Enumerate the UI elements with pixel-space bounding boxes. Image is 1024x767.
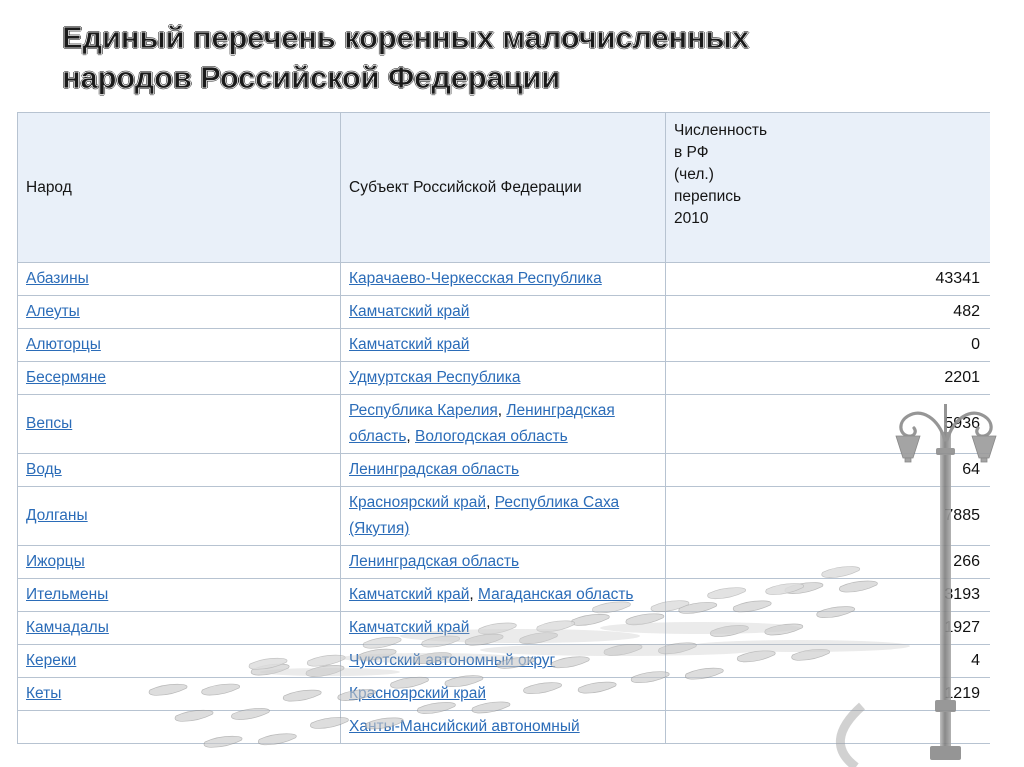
ethnic-groups-table: Народ Субъект Российской Федерации Числе…	[17, 112, 990, 744]
subject-separator: ,	[486, 494, 495, 511]
table-row: Алюторцы Камчатский край 0	[17, 328, 990, 362]
cell-people: Алюторцы	[17, 328, 341, 362]
cell-people: Камчадалы	[17, 611, 341, 645]
cell-people: Водь	[17, 453, 341, 487]
subject-link[interactable]: Камчатский край	[349, 303, 469, 320]
page-title: Единый перечень коренных малочисленных н…	[62, 20, 750, 96]
cell-people: Абазины	[17, 262, 341, 296]
subject-link[interactable]: Чукотский автономный округ	[349, 652, 555, 669]
subject-link[interactable]: Вологодская область	[415, 428, 568, 445]
people-link[interactable]: Водь	[26, 461, 62, 478]
column-header-people: Народ	[17, 112, 341, 263]
subject-link[interactable]: Красноярский край	[349, 494, 486, 511]
cell-subject: Камчатский край, Магаданская область	[340, 578, 666, 612]
cell-count: 0	[665, 328, 990, 362]
people-link[interactable]: Алюторцы	[26, 336, 101, 353]
column-header-subject: Субъект Российской Федерации	[340, 112, 666, 263]
cell-people	[17, 710, 341, 744]
subject-link[interactable]: Камчатский край	[349, 336, 469, 353]
subject-separator: ,	[406, 428, 416, 445]
cell-people: Алеуты	[17, 295, 341, 329]
cell-subject: Камчатский край	[340, 328, 666, 362]
people-link[interactable]: Бесермяне	[26, 369, 106, 386]
people-link[interactable]: Камчадалы	[26, 619, 109, 636]
cell-count: 266	[665, 545, 990, 579]
cell-subject: Ленинградская область	[340, 545, 666, 579]
cell-people: Кеты	[17, 677, 341, 711]
table-row: Ительмены Камчатский край, Магаданская об…	[17, 578, 990, 612]
table-row: Камчадалы Камчатский край 1927	[17, 611, 990, 645]
cell-subject: Камчатский край	[340, 611, 666, 645]
table-header-row: Народ Субъект Российской Федерации Числе…	[17, 112, 990, 263]
people-link[interactable]: Долганы	[26, 507, 88, 524]
subject-link[interactable]: Камчатский край	[349, 586, 469, 603]
cell-count: 5936	[665, 394, 990, 454]
cell-subject: Удмуртская Республика	[340, 361, 666, 395]
subject-link[interactable]: Красноярский край	[349, 685, 486, 702]
table-row: Ижорцы Ленинградская область 266	[17, 545, 990, 579]
cell-count: 1219	[665, 677, 990, 711]
cell-subject: Ханты-Мансийский автономный	[340, 710, 666, 744]
slide: Единый перечень коренных малочисленных н…	[0, 0, 1024, 767]
cell-subject: Чукотский автономный округ	[340, 644, 666, 678]
people-link[interactable]: Кеты	[26, 685, 61, 702]
cell-count: 7885	[665, 486, 990, 546]
cell-subject: Ленинградская область	[340, 453, 666, 487]
people-link[interactable]: Ительмены	[26, 586, 108, 603]
subject-link[interactable]: Ленинградская область	[349, 461, 519, 478]
cell-people: Ительмены	[17, 578, 341, 612]
people-link[interactable]: Кереки	[26, 652, 76, 669]
cell-people: Бесермяне	[17, 361, 341, 395]
table-row: Водь Ленинградская область 64	[17, 453, 990, 487]
table-row: Ханты-Мансийский автономный	[17, 710, 990, 744]
subject-link[interactable]: Республика Карелия	[349, 402, 498, 419]
cell-count: 43341	[665, 262, 990, 296]
ethnic-groups-table-container: Народ Субъект Российской Федерации Числе…	[17, 112, 990, 767]
people-link[interactable]: Вепсы	[26, 415, 72, 432]
column-header-count: Численность в РФ (чел.) перепись 2010	[665, 112, 990, 263]
table-row: Долганы Красноярский край, Республика Сах…	[17, 486, 990, 546]
subject-link[interactable]: Удмуртская Республика	[349, 369, 520, 386]
cell-count: 482	[665, 295, 990, 329]
cell-people: Ижорцы	[17, 545, 341, 579]
table-row: Абазины Карачаево-Черкесская Республика 43…	[17, 262, 990, 296]
subject-link[interactable]: Ханты-Мансийский автономный	[349, 718, 580, 735]
cell-subject: Республика Карелия, Ленинградская област…	[340, 394, 666, 454]
people-link[interactable]: Ижорцы	[26, 553, 85, 570]
cell-count: 4	[665, 644, 990, 678]
people-link[interactable]: Алеуты	[26, 303, 80, 320]
cell-count: 3193	[665, 578, 990, 612]
cell-count: 64	[665, 453, 990, 487]
table-row: Бесермяне Удмуртская Республика 2201	[17, 361, 990, 395]
table-row: Кереки Чукотский автономный округ 4	[17, 644, 990, 678]
subject-link[interactable]: Ленинградская область	[349, 553, 519, 570]
table-body: Абазины Карачаево-Черкесская Республика 43…	[17, 262, 990, 744]
cell-subject: Красноярский край, Республика Саха (Якут…	[340, 486, 666, 546]
subject-link[interactable]: Магаданская область	[478, 586, 633, 603]
cell-count: 1927	[665, 611, 990, 645]
cell-people: Долганы	[17, 486, 341, 546]
cell-subject: Карачаево-Черкесская Республика	[340, 262, 666, 296]
cell-people: Кереки	[17, 644, 341, 678]
table-row: Кеты Красноярский край 1219	[17, 677, 990, 711]
cell-subject: Камчатский край	[340, 295, 666, 329]
cell-count	[665, 710, 990, 744]
cell-people: Вепсы	[17, 394, 341, 454]
subject-link[interactable]: Карачаево-Черкесская Республика	[349, 270, 602, 287]
table-header: Народ Субъект Российской Федерации Числе…	[17, 112, 990, 263]
subject-separator: ,	[469, 586, 479, 603]
table-row: Алеуты Камчатский край 482	[17, 295, 990, 329]
subject-link[interactable]: Камчатский край	[349, 619, 469, 636]
people-link[interactable]: Абазины	[26, 270, 89, 287]
table-row: Вепсы Республика Карелия, Ленинградская о…	[17, 394, 990, 454]
cell-subject: Красноярский край	[340, 677, 666, 711]
cell-count: 2201	[665, 361, 990, 395]
